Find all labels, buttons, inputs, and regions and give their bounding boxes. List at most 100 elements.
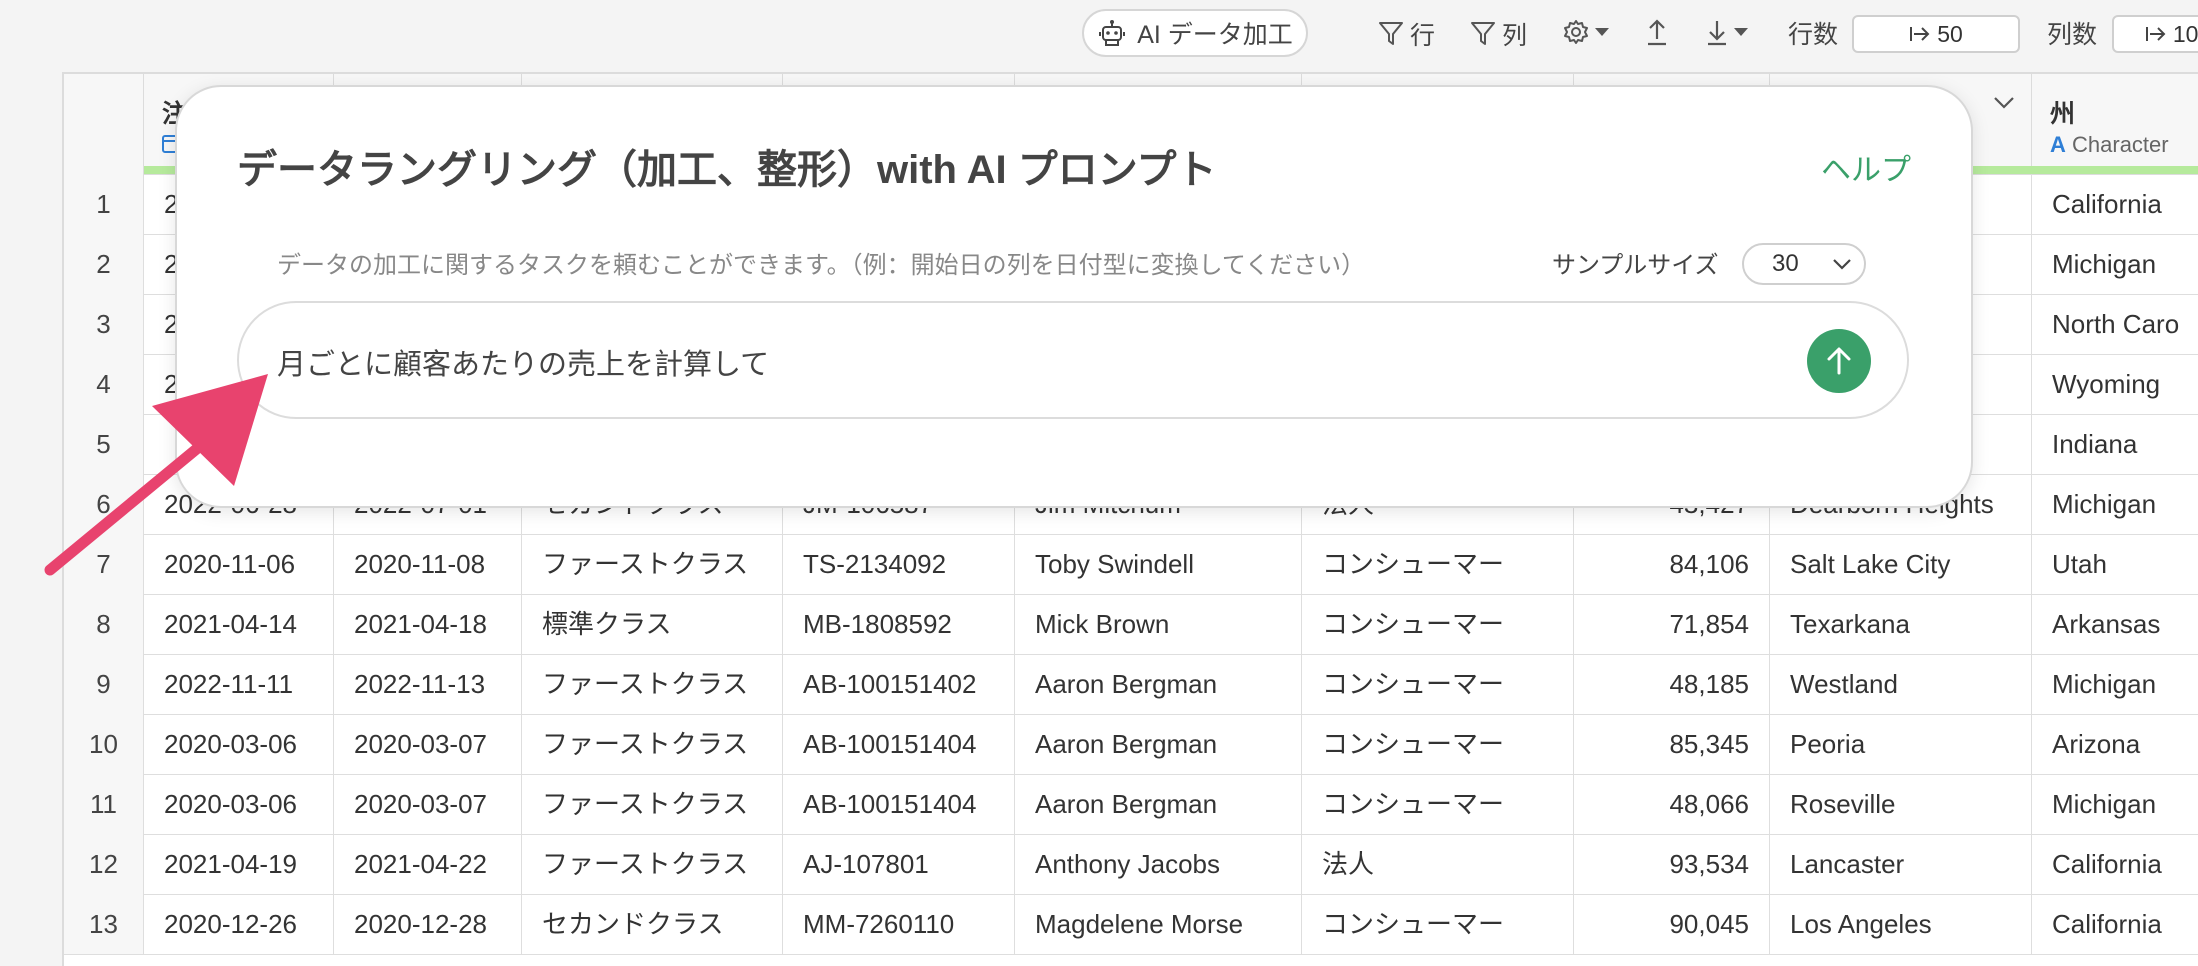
ai-data-processing-button[interactable]: AI データ加工: [1082, 9, 1308, 57]
table-cell[interactable]: 2021-04-18: [334, 594, 522, 654]
table-cell[interactable]: ファーストクラス: [522, 534, 783, 594]
table-cell[interactable]: MM-7260110: [783, 894, 1015, 954]
column-header-state[interactable]: 州 A Character: [2032, 74, 2198, 174]
table-cell[interactable]: 84,106: [1574, 534, 1770, 594]
table-cell[interactable]: 標準クラス: [522, 594, 783, 654]
table-cell[interactable]: 2020-03-06: [144, 714, 334, 774]
table-cell[interactable]: Roseville: [1770, 774, 2032, 834]
table-cell[interactable]: North Caro: [2032, 294, 2198, 354]
table-cell[interactable]: 2020-03-06: [144, 774, 334, 834]
table-cell[interactable]: AB-100151404: [783, 774, 1015, 834]
table-cell[interactable]: コンシューマー: [1302, 774, 1574, 834]
table-cell[interactable]: ファーストクラス: [522, 654, 783, 714]
table-cell[interactable]: 2022-11-13: [334, 654, 522, 714]
table-cell[interactable]: 85,345: [1574, 714, 1770, 774]
table-cell[interactable]: 2020-11-06: [144, 534, 334, 594]
settings-menu-button[interactable]: [1562, 18, 1610, 46]
table-cell[interactable]: コンシューマー: [1302, 654, 1574, 714]
table-cell[interactable]: Texarkana: [1770, 594, 2032, 654]
table-cell[interactable]: Arkansas: [2032, 594, 2198, 654]
table-cell[interactable]: 2020-12-26: [144, 894, 334, 954]
table-cell[interactable]: コンシューマー: [1302, 594, 1574, 654]
table-row[interactable]: 7 2020-11-06 2020-11-08 ファーストクラス TS-2134092 T…: [64, 534, 2198, 595]
table-cell[interactable]: Los Angeles: [1770, 894, 2032, 954]
table-cell[interactable]: Aaron Bergman: [1015, 714, 1302, 774]
chevron-down-icon[interactable]: [1993, 96, 2015, 110]
table-cell[interactable]: Michigan: [2032, 234, 2198, 294]
table-cell[interactable]: Michigan: [2032, 654, 2198, 714]
table-cell[interactable]: 2021-04-19: [144, 834, 334, 894]
column-type-label: Character: [2072, 132, 2169, 157]
row-number: 11: [64, 774, 144, 834]
table-cell[interactable]: コンシューマー: [1302, 534, 1574, 594]
cols-count-input[interactable]: 100: [2112, 15, 2198, 53]
prompt-input[interactable]: 月ごとに顧客あたりの売上を計算して: [237, 301, 1909, 419]
table-cell[interactable]: Anthony Jacobs: [1015, 834, 1302, 894]
table-cell[interactable]: セカンドクラス: [522, 894, 783, 954]
table-cell[interactable]: ファーストクラス: [522, 714, 783, 774]
rows-count-input[interactable]: 50: [1852, 15, 2020, 53]
table-cell[interactable]: 90,045: [1574, 894, 1770, 954]
table-cell[interactable]: TS-2134092: [783, 534, 1015, 594]
column-header-name: 州: [2050, 100, 2076, 128]
column-filter-button[interactable]: 列: [1470, 16, 1527, 52]
row-number: 6: [64, 474, 144, 534]
table-cell[interactable]: Wyoming: [2032, 354, 2198, 414]
table-cell[interactable]: Indiana: [2032, 414, 2198, 474]
table-cell[interactable]: AB-100151402: [783, 654, 1015, 714]
row-number: 12: [64, 834, 144, 894]
table-cell[interactable]: Lancaster: [1770, 834, 2032, 894]
table-cell[interactable]: ファーストクラス: [522, 834, 783, 894]
table-cell[interactable]: 2021-04-14: [144, 594, 334, 654]
table-cell[interactable]: 2020-03-07: [334, 714, 522, 774]
table-cell[interactable]: AJ-107801: [783, 834, 1015, 894]
table-cell[interactable]: Michigan: [2032, 774, 2198, 834]
table-cell[interactable]: 48,066: [1574, 774, 1770, 834]
table-cell[interactable]: Westland: [1770, 654, 2032, 714]
table-cell[interactable]: MB-1808592: [783, 594, 1015, 654]
table-cell[interactable]: 法人: [1302, 834, 1574, 894]
download-menu-button[interactable]: [1705, 17, 1749, 47]
table-cell[interactable]: コンシューマー: [1302, 714, 1574, 774]
table-cell[interactable]: 2022-11-11: [144, 654, 334, 714]
filter-icon: [1470, 20, 1496, 48]
table-cell[interactable]: Arizona: [2032, 714, 2198, 774]
table-cell[interactable]: 2020-12-28: [334, 894, 522, 954]
upload-button[interactable]: [1645, 17, 1669, 47]
row-number: 9: [64, 654, 144, 714]
table-cell[interactable]: コンシューマー: [1302, 894, 1574, 954]
send-button[interactable]: [1807, 329, 1871, 393]
table-row[interactable]: 11 2020-03-06 2020-03-07 ファーストクラス AB-1001514…: [64, 774, 2198, 835]
table-cell[interactable]: Michigan: [2032, 474, 2198, 534]
help-link[interactable]: ヘルプ: [1821, 145, 1911, 189]
table-row[interactable]: 13 2020-12-26 2020-12-28 セカンドクラス MM-7260110 M…: [64, 894, 2198, 955]
table-cell[interactable]: 48,185: [1574, 654, 1770, 714]
table-cell[interactable]: 2020-03-07: [334, 774, 522, 834]
table-cell[interactable]: Aaron Bergman: [1015, 774, 1302, 834]
table-cell[interactable]: Toby Swindell: [1015, 534, 1302, 594]
table-row[interactable]: 9 2022-11-11 2022-11-13 ファーストクラス AB-10015140…: [64, 654, 2198, 715]
table-row[interactable]: 12 2021-04-19 2021-04-22 ファーストクラス AJ-107801 A…: [64, 834, 2198, 895]
row-filter-button[interactable]: 行: [1378, 16, 1435, 52]
jump-right-icon: [1909, 24, 1931, 44]
table-cell[interactable]: 93,534: [1574, 834, 1770, 894]
table-cell[interactable]: Salt Lake City: [1770, 534, 2032, 594]
ai-prompt-dialog: データラングリング（加工、整形）with AI プロンプト ヘルプ データの加工…: [175, 85, 1973, 508]
table-cell[interactable]: AB-100151404: [783, 714, 1015, 774]
table-cell[interactable]: California: [2032, 894, 2198, 954]
table-cell[interactable]: Magdelene Morse: [1015, 894, 1302, 954]
table-row[interactable]: 10 2020-03-06 2020-03-07 ファーストクラス AB-1001514…: [64, 714, 2198, 775]
table-cell[interactable]: Aaron Bergman: [1015, 654, 1302, 714]
table-cell[interactable]: California: [2032, 174, 2198, 234]
sample-size-select[interactable]: 30: [1742, 243, 1866, 285]
table-cell[interactable]: Utah: [2032, 534, 2198, 594]
column-filter-label: 列: [1502, 22, 1528, 50]
table-cell[interactable]: Peoria: [1770, 714, 2032, 774]
table-cell[interactable]: 71,854: [1574, 594, 1770, 654]
table-cell[interactable]: 2021-04-22: [334, 834, 522, 894]
table-cell[interactable]: Mick Brown: [1015, 594, 1302, 654]
table-cell[interactable]: ファーストクラス: [522, 774, 783, 834]
table-cell[interactable]: California: [2032, 834, 2198, 894]
table-cell[interactable]: 2020-11-08: [334, 534, 522, 594]
table-row[interactable]: 8 2021-04-14 2021-04-18 標準クラス MB-1808592 Mick…: [64, 594, 2198, 655]
